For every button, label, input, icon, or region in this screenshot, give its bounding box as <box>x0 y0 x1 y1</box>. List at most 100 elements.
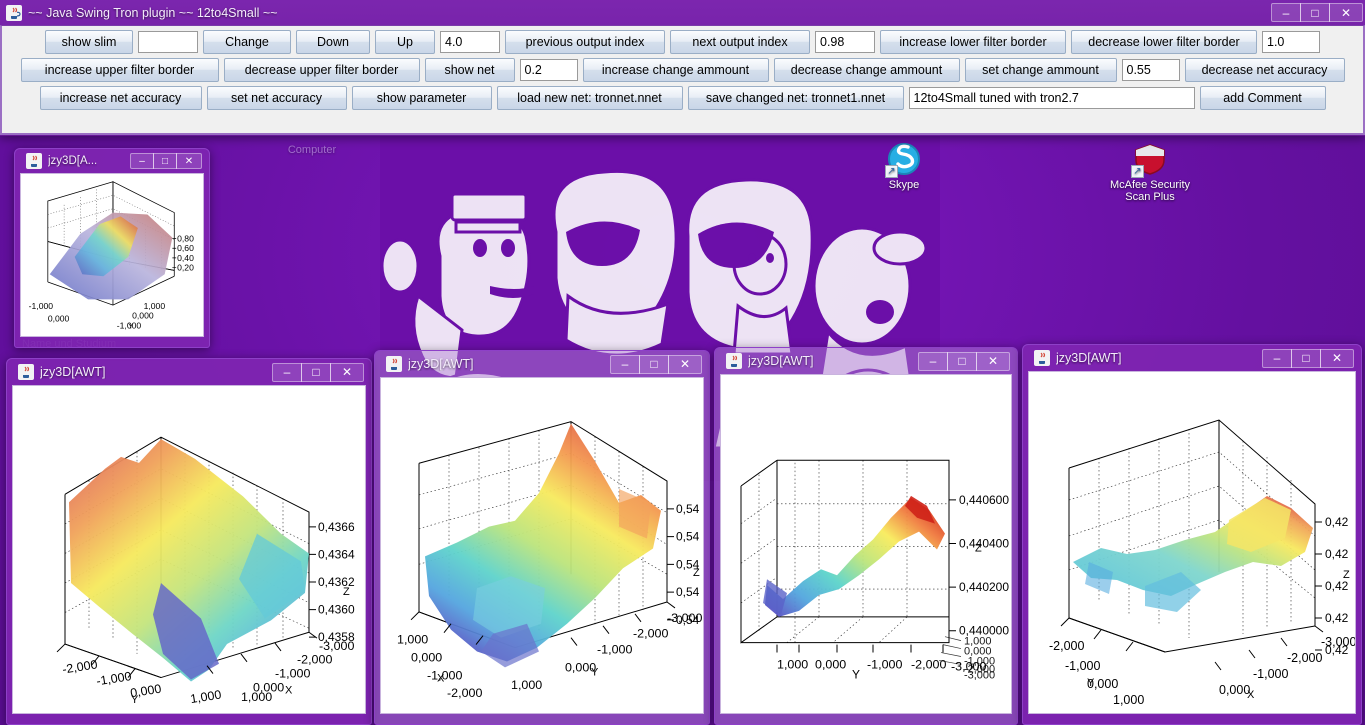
svg-text:Z: Z <box>975 542 982 554</box>
minimize-button[interactable]: – <box>272 362 302 382</box>
close-button[interactable]: ✕ <box>176 153 202 169</box>
upper-filter-border-field[interactable]: 1.0 <box>1262 31 1320 53</box>
plot-canvas-1[interactable]: 0,4366 0,4364 0,4362 0,4360 0,4358 Z -2,… <box>12 385 366 714</box>
svg-text:Z: Z <box>1343 569 1350 581</box>
svg-text:-2,000: -2,000 <box>447 686 483 700</box>
plot-window-4-titlebar[interactable]: jzy3D[AWT] – □ ✕ <box>1028 345 1356 371</box>
plot-window-3-titlebar[interactable]: jzy3D[AWT] – □ ✕ <box>720 348 1012 374</box>
show-parameter-button[interactable]: show parameter <box>351 86 492 110</box>
main-application-window: ~~ Java Swing Tron plugin ~~ 12to4Small … <box>0 0 1365 136</box>
set-change-ammount-button[interactable]: set change ammount <box>964 58 1117 82</box>
toolbar-row-1: show slim Change Down Up 4.0 previous output … <box>4 29 1361 55</box>
svg-text:0,54: 0,54 <box>676 530 700 544</box>
increase-net-accuracy-button[interactable]: increase net accuracy <box>39 86 202 110</box>
plot-window-3-title: jzy3D[AWT] <box>748 354 814 368</box>
up-button[interactable]: Up <box>375 30 435 54</box>
maximize-button[interactable]: □ <box>947 351 977 371</box>
plot-window-2-titlebar[interactable]: jzy3D[AWT] – □ ✕ <box>380 351 704 377</box>
decrease-change-ammount-button[interactable]: decrease change ammount <box>773 58 960 82</box>
svg-text:0,4364: 0,4364 <box>318 547 355 561</box>
show-net-value-field[interactable]: 0.2 <box>519 59 578 81</box>
svg-text:0,4366: 0,4366 <box>318 520 355 534</box>
maximize-button[interactable]: □ <box>639 354 669 374</box>
step-value-field[interactable]: 4.0 <box>440 31 500 53</box>
app-title: ~~ Java Swing Tron plugin ~~ 12to4Small … <box>28 5 278 20</box>
increase-lower-filter-border-button[interactable]: increase lower filter border <box>880 30 1066 54</box>
svg-text:0,20: 0,20 <box>177 262 194 272</box>
plot-canvas-4[interactable]: 0,42 0,42 0,42 0,42 0,42 Z -2,000 -1,000… <box>1028 371 1356 714</box>
svg-text:0,000: 0,000 <box>815 657 846 671</box>
desktop-icon-mcafee-label-2: Scan Plus <box>1125 191 1175 203</box>
svg-text:0,40: 0,40 <box>177 253 194 263</box>
svg-text:-3,000: -3,000 <box>319 639 355 653</box>
plot-canvas-3[interactable]: 0,440600 0,440400 0,440200 0,440000 Z 1,… <box>720 374 1012 714</box>
plot-window-1-title: jzy3D[AWT] <box>40 365 106 379</box>
close-button[interactable]: ✕ <box>976 351 1010 371</box>
close-button[interactable]: ✕ <box>1320 348 1354 368</box>
close-button[interactable]: ✕ <box>668 354 702 374</box>
app-titlebar[interactable]: ~~ Java Swing Tron plugin ~~ 12to4Small … <box>0 0 1365 25</box>
java-cup-icon <box>26 153 42 169</box>
shortcut-arrow-icon: ↗ <box>1131 165 1144 178</box>
java-cup-icon <box>726 353 742 369</box>
minimize-button[interactable]: – <box>610 354 640 374</box>
minimize-button[interactable]: – <box>1271 3 1301 22</box>
comment-field[interactable]: 12to4Small tuned with tron2.7 <box>908 87 1195 109</box>
plot-canvas-2[interactable]: 0,54 0,54 0,54 0,54 0,54 Z 1,000 0,000 -… <box>380 377 704 714</box>
maximize-button[interactable]: □ <box>1300 3 1330 22</box>
desktop-icon-skype[interactable]: ↗ Skype <box>856 142 952 191</box>
decrease-upper-filter-border-button[interactable]: decrease upper filter border <box>223 58 420 82</box>
minimize-button[interactable]: – <box>918 351 948 371</box>
increase-change-ammount-button[interactable]: increase change ammount <box>582 58 769 82</box>
plot-window-3: jzy3D[AWT] – □ ✕ 0,440600 0,440400 0,440… <box>714 347 1018 725</box>
java-cup-icon <box>1034 350 1050 366</box>
maximize-button[interactable]: □ <box>301 362 331 382</box>
save-changed-net-button[interactable]: save changed net: tronnet1.nnet <box>687 86 904 110</box>
close-button[interactable]: ✕ <box>330 362 364 382</box>
decrease-lower-filter-border-button[interactable]: decrease lower filter border <box>1071 30 1257 54</box>
plot-window-4-title: jzy3D[AWT] <box>1056 351 1122 365</box>
maximize-button[interactable]: □ <box>153 153 177 169</box>
svg-text:1,000: 1,000 <box>241 690 272 704</box>
svg-text:1,000: 1,000 <box>777 657 808 671</box>
svg-text:Y: Y <box>131 694 139 706</box>
close-button[interactable]: ✕ <box>1329 3 1363 22</box>
decrease-net-accuracy-button[interactable]: decrease net accuracy <box>1184 58 1345 82</box>
svg-text:-2,000: -2,000 <box>633 627 669 641</box>
svg-text:-2,000: -2,000 <box>297 653 333 667</box>
svg-text:0,000: 0,000 <box>1219 683 1250 697</box>
svg-text:Z: Z <box>343 586 350 598</box>
svg-text:0,000: 0,000 <box>48 314 70 324</box>
svg-text:0,80: 0,80 <box>177 233 194 243</box>
desktop-icon-mcafee[interactable]: ↗ McAfee Security Scan Plus <box>1095 142 1205 203</box>
lower-filter-border-field[interactable]: 0.98 <box>815 31 875 53</box>
svg-text:0,440600: 0,440600 <box>959 493 1009 507</box>
svg-text:-2,000: -2,000 <box>1049 639 1084 653</box>
plot-window-2-controls: – □ ✕ <box>610 354 702 374</box>
change-ammount-field[interactable]: 0.55 <box>1121 59 1180 81</box>
add-comment-button[interactable]: add Comment <box>1199 86 1326 110</box>
plot-window-2-title: jzy3D[AWT] <box>408 357 474 371</box>
previous-output-index-button[interactable]: previous output index <box>505 30 665 54</box>
slim-value-field[interactable] <box>138 31 198 53</box>
minimize-button[interactable]: – <box>130 153 154 169</box>
show-slim-button[interactable]: show slim <box>45 30 133 54</box>
java-cup-icon <box>386 356 402 372</box>
desktop-icon-computer-label[interactable]: Computer <box>262 144 362 156</box>
show-net-button[interactable]: show net <box>424 58 515 82</box>
svg-text:Y: Y <box>128 321 133 330</box>
svg-text:0,4360: 0,4360 <box>318 603 355 617</box>
change-button[interactable]: Change <box>203 30 291 54</box>
plot-window-1-controls: – □ ✕ <box>272 362 364 382</box>
minimize-button[interactable]: – <box>1262 348 1292 368</box>
load-new-net-button[interactable]: load new net: tronnet.nnet <box>496 86 683 110</box>
down-button[interactable]: Down <box>296 30 370 54</box>
svg-text:0,60: 0,60 <box>177 243 194 253</box>
maximize-button[interactable]: □ <box>1291 348 1321 368</box>
plot-canvas-small[interactable]: 0,80 0,60 0,40 0,20 -1,000 0,000 1,000 0… <box>20 173 204 337</box>
plot-window-small-titlebar[interactable]: jzy3D[A... – □ ✕ <box>20 149 204 173</box>
set-net-accuracy-button[interactable]: set net accuracy <box>206 86 347 110</box>
next-output-index-button[interactable]: next output index <box>670 30 810 54</box>
increase-upper-filter-border-button[interactable]: increase upper filter border <box>20 58 219 82</box>
plot-window-1-titlebar[interactable]: jzy3D[AWT] – □ ✕ <box>12 359 366 385</box>
